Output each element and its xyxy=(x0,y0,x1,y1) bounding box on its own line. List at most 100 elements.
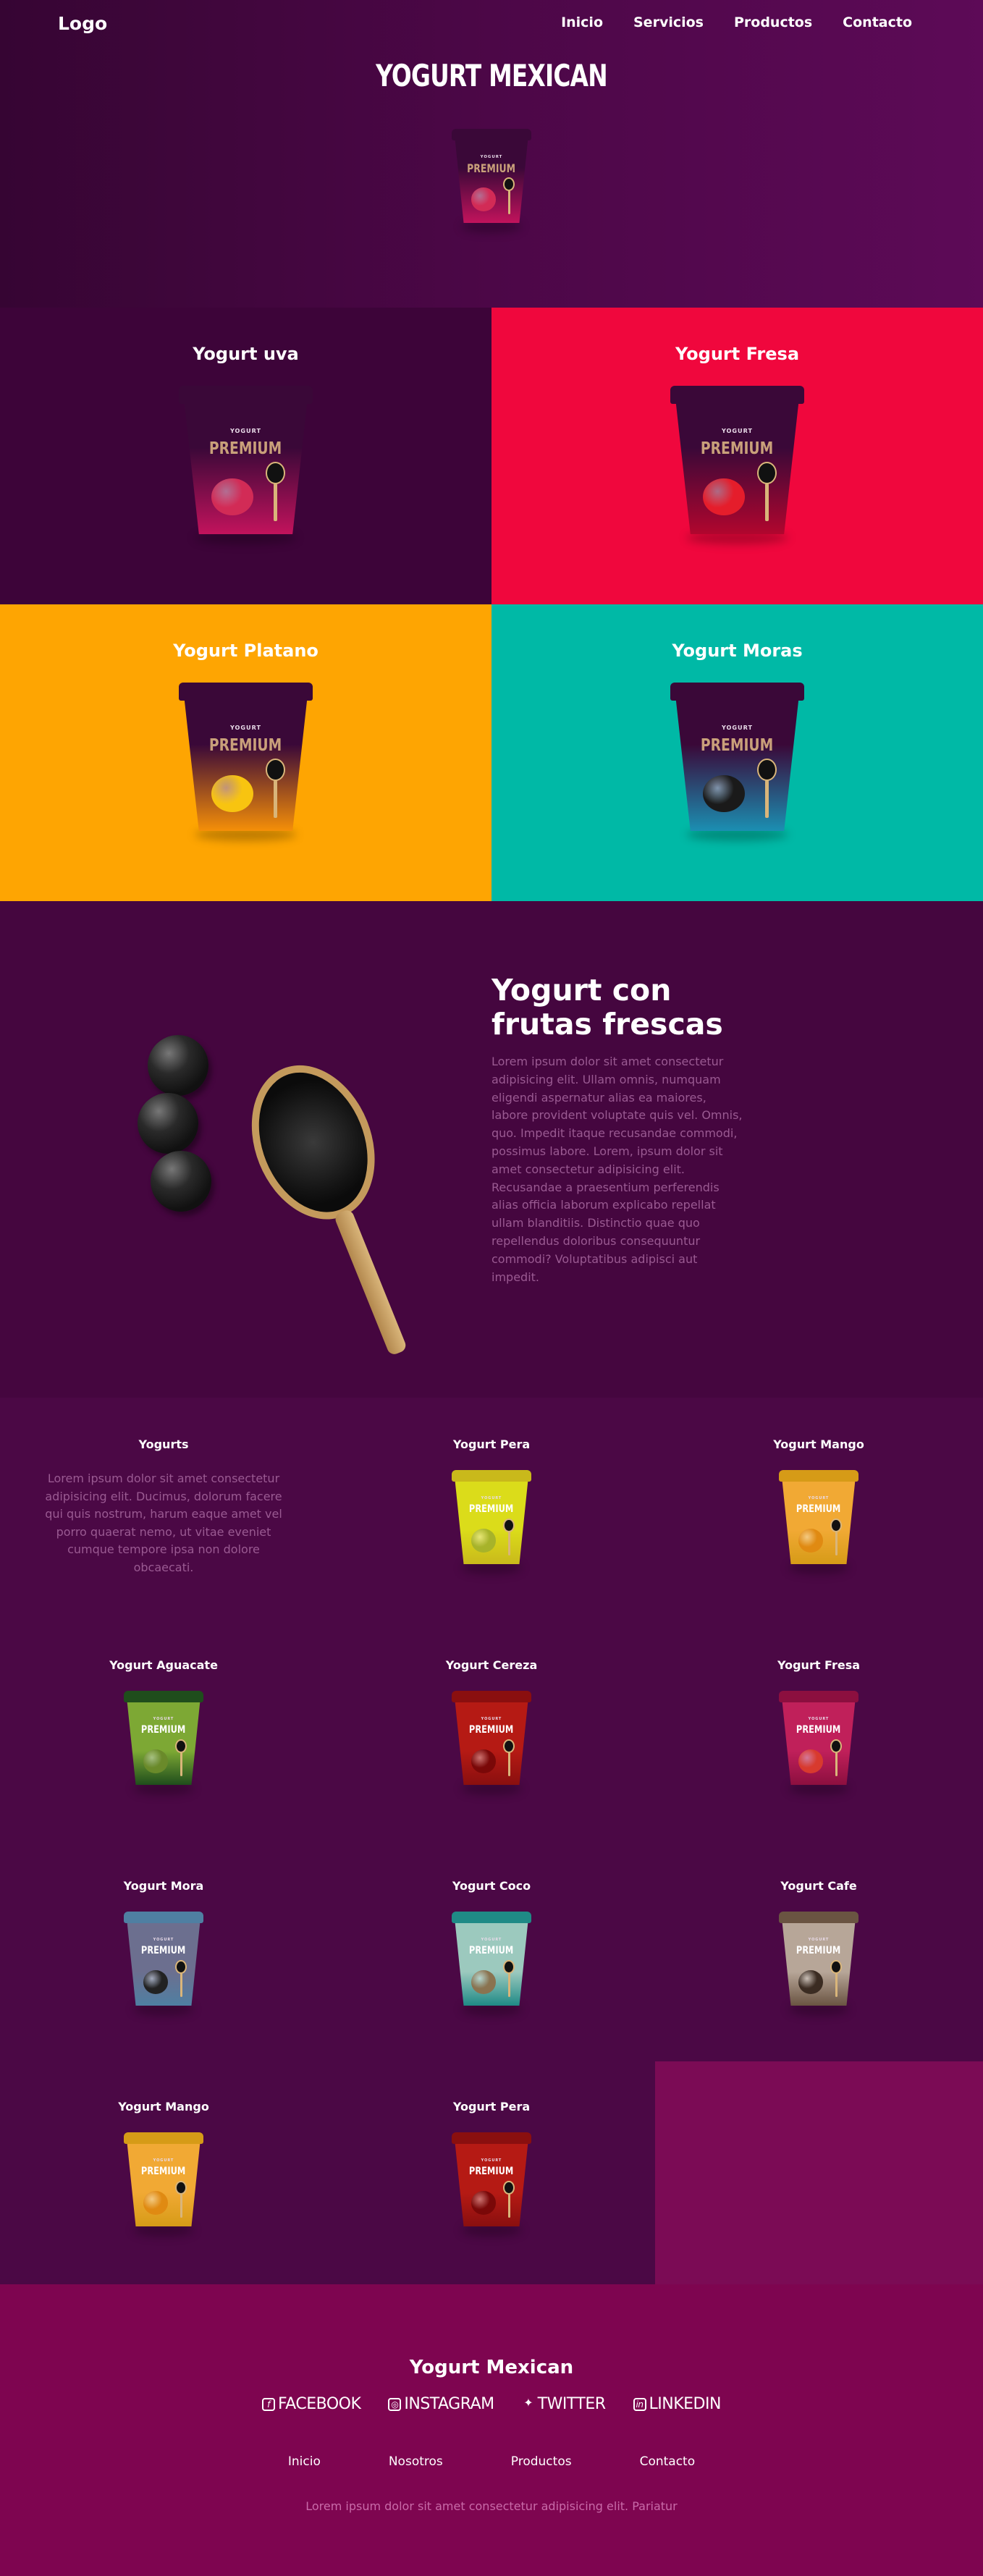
featured-flavors: Yogurt uva YOGURT PREMIUM Yogurt Fresa YOGUR… xyxy=(0,308,983,901)
cup-body: YOGURT PREMIUM xyxy=(675,400,799,534)
feature-title: Yogurt Fresa xyxy=(675,344,800,364)
product-name: Yogurt Cafe xyxy=(780,1879,857,1893)
linkedin-icon: in xyxy=(633,2397,646,2411)
cup-lid xyxy=(779,1691,858,1702)
cup-body: YOGURT PREMIUM xyxy=(455,138,528,223)
cup-brand: YOGURT xyxy=(481,1496,502,1501)
about-section: Yogurt con frutas frescas Lorem ipsum do… xyxy=(0,901,983,1398)
feature-tile[interactable]: Yogurt Moras YOGURT PREMIUM xyxy=(492,604,983,901)
cup-lid xyxy=(124,2132,203,2144)
fruit-icon xyxy=(143,1969,169,1994)
product-name: Yogurt Pera xyxy=(452,1437,531,1451)
nav-link-productos[interactable]: Productos xyxy=(734,14,812,30)
social-linkedin[interactable]: in LINKEDIN xyxy=(633,2395,721,2413)
footer-link-inicio[interactable]: Inicio xyxy=(288,2454,321,2469)
product-card[interactable]: Yogurt Aguacate YOGURT PREMIUM xyxy=(0,1658,327,1795)
fruit-icon xyxy=(471,2190,497,2215)
footer-link-nosotros[interactable]: Nosotros xyxy=(389,2454,443,2469)
product-name: Yogurt Mango xyxy=(118,2100,209,2113)
cup-premium-label: PREMIUM xyxy=(701,735,774,756)
cup-lid xyxy=(670,683,804,701)
site-logo[interactable]: Logo xyxy=(58,13,107,34)
cup-brand: YOGURT xyxy=(808,1717,830,1722)
product-card[interactable]: Yogurt Coco YOGURT PREMIUM xyxy=(328,1879,655,2016)
product-card[interactable]: Yogurt Mango YOGURT PREMIUM xyxy=(655,1437,982,1574)
product-card[interactable]: Yogurt Cafe YOGURT PREMIUM xyxy=(655,1879,982,2016)
spoon-icon xyxy=(503,177,515,215)
fruit-icon xyxy=(143,1749,169,1773)
social-facebook[interactable]: f FACEBOOK xyxy=(262,2395,361,2413)
cup-lid xyxy=(179,386,313,404)
about-text: Lorem ipsum dolor sit amet consectetur a… xyxy=(492,1055,743,1284)
hero-title: YOGURT MEXICAN xyxy=(376,58,608,93)
cup-premium-label: PREMIUM xyxy=(701,438,774,459)
product-card[interactable]: Yogurt Pera YOGURT PREMIUM xyxy=(328,1437,655,1574)
cup-brand: YOGURT xyxy=(481,1938,502,1943)
cup-lid xyxy=(179,683,313,701)
spoon-icon xyxy=(265,759,285,818)
nav-link-servicios[interactable]: Servicios xyxy=(633,14,704,30)
cup-body: YOGURT PREMIUM xyxy=(127,1700,201,1785)
products-intro: Yogurts Lorem ipsum dolor sit amet conse… xyxy=(0,1437,327,1576)
feature-tile[interactable]: Yogurt Platano YOGURT PREMIUM xyxy=(0,604,492,901)
cup-lid xyxy=(779,1912,858,1923)
fruit-icon xyxy=(798,1969,824,1994)
nav-link-contacto[interactable]: Contacto xyxy=(843,14,912,30)
feature-tile[interactable]: Yogurt uva YOGURT PREMIUM xyxy=(0,308,492,604)
cup-body: YOGURT PREMIUM xyxy=(127,2142,201,2226)
decorative-block xyxy=(655,2061,983,2284)
product-card[interactable]: Yogurt Fresa YOGURT PREMIUM xyxy=(655,1658,982,1795)
spoon-icon xyxy=(175,1739,187,1777)
product-name: Yogurt Pera xyxy=(452,2100,531,2113)
spoon-icon xyxy=(503,1739,515,1777)
feature-title: Yogurt Moras xyxy=(672,641,803,661)
yogurt-cup: YOGURT PREMIUM xyxy=(452,129,531,233)
cup-body: YOGURT PREMIUM xyxy=(455,1700,528,1785)
yogurt-cup: YOGURT PREMIUM xyxy=(670,386,804,544)
cup-premium-label: PREMIUM xyxy=(141,1723,186,1736)
grape-icon xyxy=(211,478,253,516)
yogurt-cup: YOGURT PREMIUM xyxy=(124,1912,203,2016)
about-title: Yogurt con frutas frescas xyxy=(492,973,723,1042)
yogurt-cup: YOGURT PREMIUM xyxy=(670,683,804,841)
product-name: Yogurt Mora xyxy=(123,1879,204,1893)
footer-link-productos[interactable]: Productos xyxy=(511,2454,572,2469)
cup-lid xyxy=(779,1470,858,1482)
cup-body: YOGURT PREMIUM xyxy=(184,400,308,534)
social-twitter[interactable]: ✦ TWITTER xyxy=(522,2395,606,2413)
product-card[interactable]: Yogurt Cereza YOGURT PREMIUM xyxy=(328,1658,655,1795)
yogurt-cup: YOGURT PREMIUM xyxy=(452,1470,531,1574)
top-navigation: Logo Inicio Servicios Productos Contacto xyxy=(0,0,983,48)
cup-body: YOGURT PREMIUM xyxy=(782,1700,856,1785)
cup-body: YOGURT PREMIUM xyxy=(675,697,799,831)
cup-lid xyxy=(452,1470,531,1482)
product-name: Yogurt Fresa xyxy=(777,1658,861,1672)
product-card[interactable]: Yogurt Mango YOGURT PREMIUM xyxy=(0,2100,327,2237)
cup-premium-label: PREMIUM xyxy=(467,161,516,175)
facebook-icon: f xyxy=(262,2397,276,2411)
cup-premium-label: PREMIUM xyxy=(796,1944,841,1956)
cup-lid xyxy=(452,129,531,140)
feature-tile[interactable]: Yogurt Fresa YOGURT PREMIUM xyxy=(492,308,983,604)
blackberry-icon xyxy=(138,1093,198,1154)
product-card[interactable]: Yogurt Pera YOGURT PREMIUM xyxy=(328,2100,655,2237)
social-instagram[interactable]: ◎ INSTAGRAM xyxy=(388,2395,494,2413)
footer-link-contacto[interactable]: Contacto xyxy=(640,2454,696,2469)
product-card[interactable]: Yogurt Mora YOGURT PREMIUM xyxy=(0,1879,327,2016)
cup-brand: YOGURT xyxy=(229,427,262,435)
yogurt-cup: YOGURT PREMIUM xyxy=(452,2132,531,2237)
cup-premium-label: PREMIUM xyxy=(209,735,282,756)
yogurt-cup: YOGURT PREMIUM xyxy=(179,386,313,544)
feature-title: Yogurt uva xyxy=(193,344,299,364)
fruit-icon xyxy=(471,187,497,211)
hero-section: Logo Inicio Servicios Productos Contacto… xyxy=(0,0,983,308)
spoon-icon xyxy=(756,462,777,521)
nav-link-inicio[interactable]: Inicio xyxy=(561,14,603,30)
blackberry-icon xyxy=(702,774,745,813)
cup-body: YOGURT PREMIUM xyxy=(782,1479,856,1564)
cup-lid xyxy=(124,1912,203,1923)
products-intro-title: Yogurts xyxy=(138,1437,189,1451)
fruit-icon xyxy=(798,1528,824,1553)
wooden-spoon-image xyxy=(216,1031,486,1364)
blackberries-image xyxy=(138,1035,224,1216)
